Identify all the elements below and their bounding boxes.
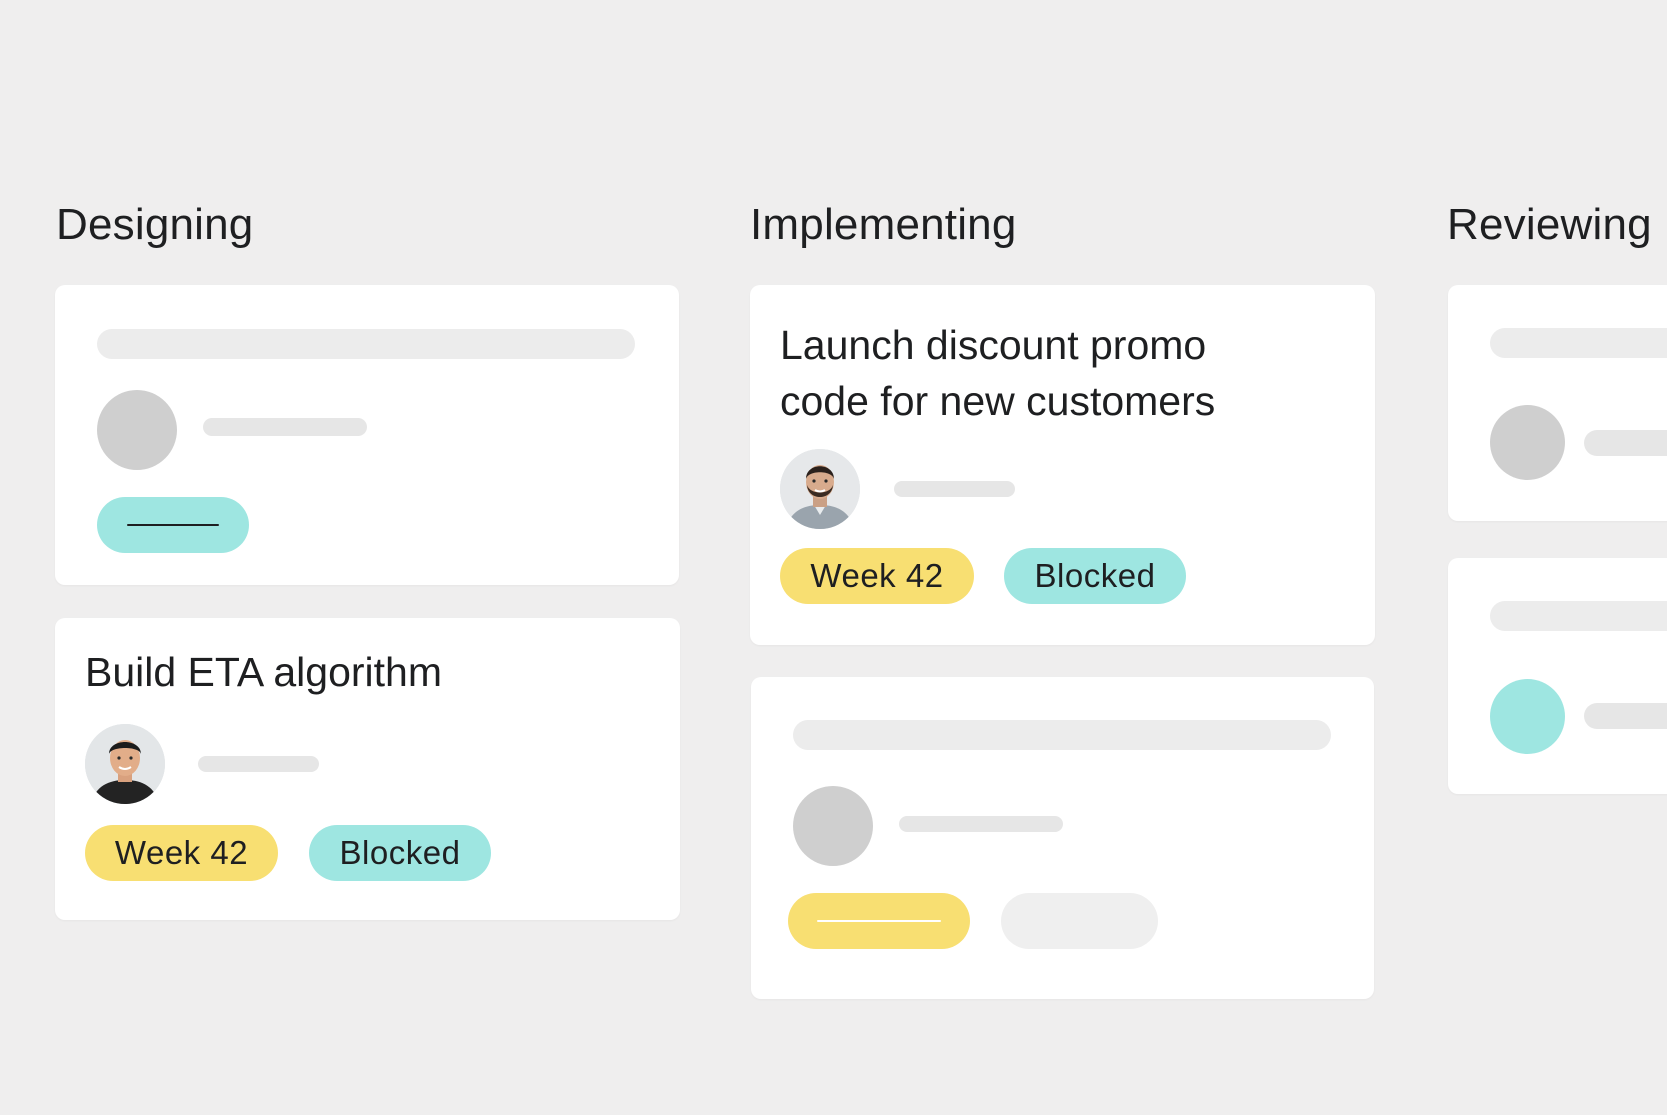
column-title-reviewing: Reviewing xyxy=(1447,200,1652,249)
tag-placeholder xyxy=(97,497,249,553)
assignee-placeholder-bar xyxy=(198,756,319,772)
task-card-placeholder[interactable] xyxy=(751,677,1374,999)
avatar-placeholder xyxy=(793,786,873,866)
tag-blocked[interactable]: Blocked xyxy=(309,825,491,881)
tag-placeholder xyxy=(788,893,970,949)
assignee-placeholder-bar xyxy=(203,418,367,436)
task-title-line-2: code for new customers xyxy=(780,378,1216,424)
task-card-placeholder[interactable] xyxy=(55,285,679,585)
task-card-placeholder[interactable] xyxy=(1448,558,1667,794)
task-card-build-eta[interactable]: Build ETA algorithm Week 42 Blocked xyxy=(55,618,680,920)
assignee-placeholder-bar xyxy=(899,816,1063,832)
assignee-placeholder-bar xyxy=(894,481,1015,497)
task-title: Build ETA algorithm xyxy=(85,649,443,695)
task-title-line-1: Launch discount promo xyxy=(780,322,1207,368)
task-card-placeholder[interactable] xyxy=(1448,285,1667,521)
column-title-implementing: Implementing xyxy=(750,200,1017,249)
title-placeholder-bar xyxy=(1490,601,1667,631)
tag-placeholder xyxy=(1001,893,1158,949)
title-placeholder-bar xyxy=(793,720,1331,750)
avatar-placeholder xyxy=(1490,679,1565,754)
task-card-launch-promo[interactable]: Launch discount promo code for new custo… xyxy=(750,285,1375,645)
assignee-placeholder-bar xyxy=(1584,703,1667,729)
assignee-placeholder-bar xyxy=(1584,430,1667,456)
person-avatar-icon xyxy=(780,449,860,529)
column-title-designing: Designing xyxy=(56,200,254,249)
tag-week[interactable]: Week 42 xyxy=(780,548,974,604)
avatar-placeholder xyxy=(1490,405,1565,480)
title-placeholder-bar xyxy=(97,329,635,359)
avatar-placeholder xyxy=(97,390,177,470)
person-avatar-icon xyxy=(85,724,165,804)
tag-blocked[interactable]: Blocked xyxy=(1004,548,1186,604)
title-placeholder-bar xyxy=(1490,328,1667,358)
tag-week[interactable]: Week 42 xyxy=(85,825,278,881)
